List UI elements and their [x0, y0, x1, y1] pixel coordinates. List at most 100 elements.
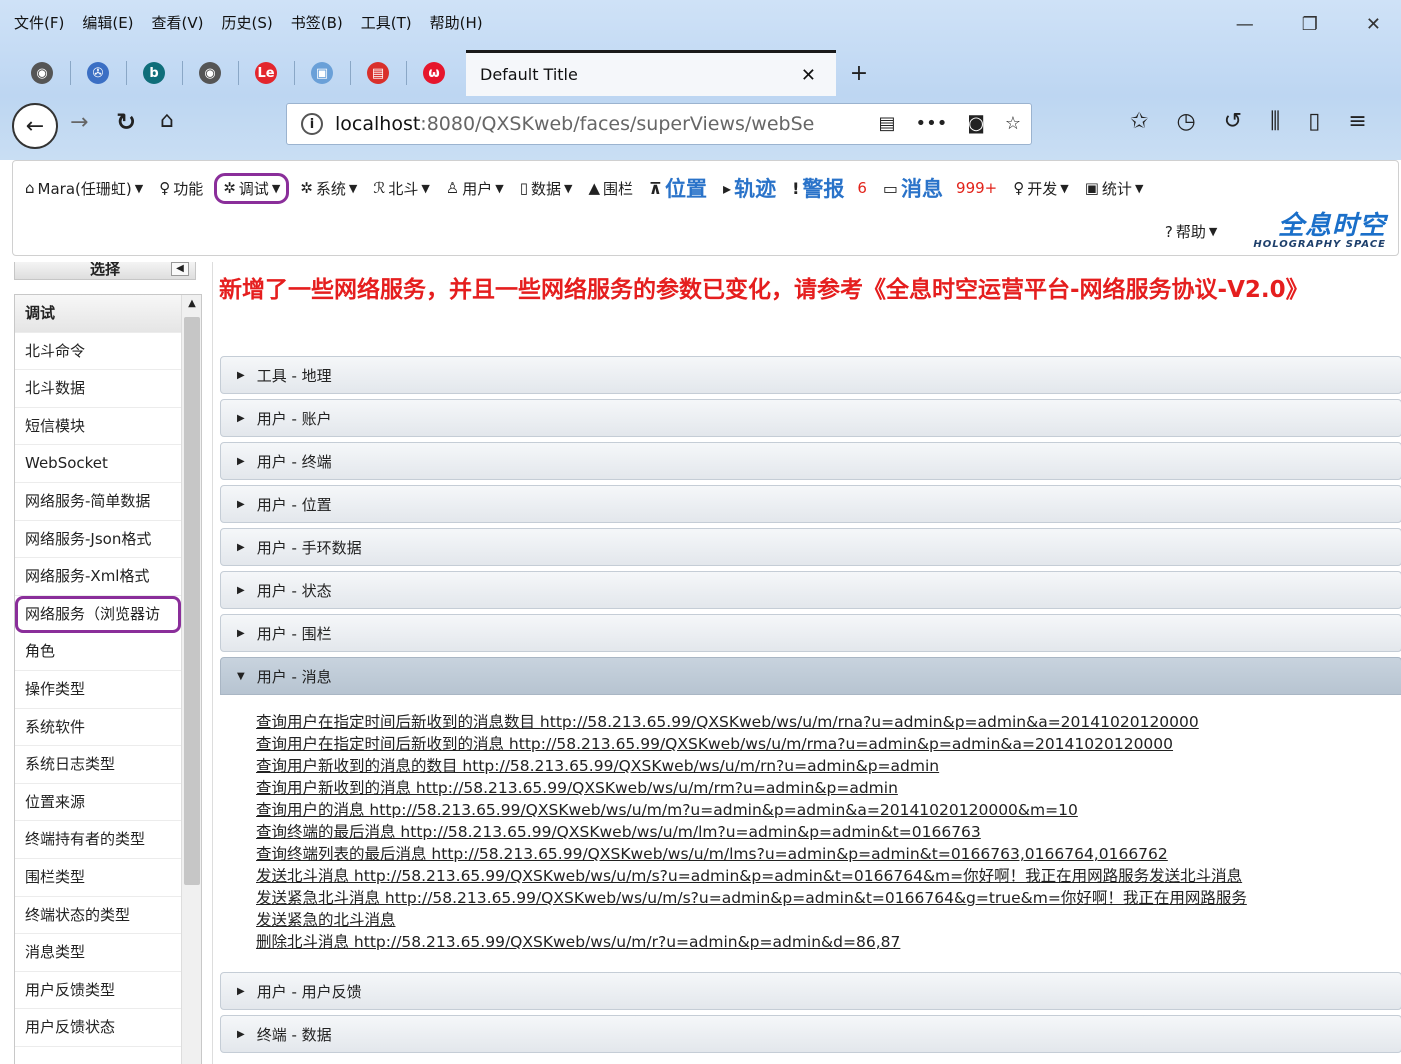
nav-data-menu[interactable]: ▯ 数据 ▼	[520, 178, 573, 199]
puzzle-icon: ✇	[87, 62, 109, 84]
pinned-tab[interactable]: b	[126, 53, 182, 93]
service-link[interactable]: 删除北斗消息 http://58.213.65.99/QXSKweb/ws/u/…	[256, 931, 1401, 953]
sidebar-item[interactable]: 网络服务（浏览器访	[15, 595, 181, 634]
sidebar-icon[interactable]: ▯	[1308, 109, 1320, 134]
accordion-header[interactable]: ▶ 用户 - 状态	[220, 571, 1401, 609]
history-icon[interactable]: ↺	[1224, 109, 1242, 134]
service-link[interactable]: 查询用户新收到的消息 http://58.213.65.99/QXSKweb/w…	[256, 777, 1401, 799]
address-bar[interactable]: i localhost:8080/QXSKweb/faces/superView…	[286, 103, 1032, 145]
home-button[interactable]: ⌂	[160, 108, 174, 133]
sidebar-scrollbar[interactable]: ▲	[181, 295, 201, 1064]
nav-track[interactable]: ▸ 轨迹	[723, 173, 776, 203]
pinned-tab[interactable]: ◉	[182, 53, 238, 93]
service-link[interactable]: 查询用户的消息 http://58.213.65.99/QXSKweb/ws/u…	[256, 799, 1401, 821]
sidebar-item[interactable]: 网络服务-Xml格式	[15, 558, 181, 596]
menu-view[interactable]: 查看(V)	[152, 12, 204, 36]
hamburger-menu-icon[interactable]: ≡	[1348, 109, 1366, 134]
nav-user-menu[interactable]: ⌂ Mara(任珊虹) ▼	[25, 178, 143, 199]
pinned-tab[interactable]: ▤	[350, 53, 406, 93]
accordion-header[interactable]: ▶ 用户 - 用户反馈	[220, 972, 1401, 1010]
accordion-header[interactable]: ▶ 用户 - 围栏	[220, 614, 1401, 652]
maximize-icon[interactable]: ❐	[1302, 14, 1318, 35]
le-icon: Le	[255, 62, 277, 84]
sidebar-item[interactable]: 操作类型	[15, 671, 181, 709]
accordion-header[interactable]: ▼ 用户 - 消息	[220, 657, 1401, 695]
accordion-header[interactable]: ▶ 终端 - 数据	[220, 1015, 1401, 1053]
pinned-tab[interactable]: ◉	[14, 53, 70, 93]
service-link[interactable]: 查询用户在指定时间后新收到的消息 http://58.213.65.99/QXS…	[256, 733, 1401, 755]
nav-features[interactable]: ♀ 功能	[159, 178, 203, 199]
pocket-icon[interactable]: ◙	[967, 113, 984, 134]
pinned-tab[interactable]: ✇	[70, 53, 126, 93]
sidebar-item[interactable]: 终端持有者的类型	[15, 821, 181, 859]
page-actions-icon[interactable]: •••	[916, 113, 948, 134]
forward-button[interactable]: →	[70, 110, 88, 135]
minimize-icon[interactable]: —	[1236, 14, 1254, 35]
menu-help[interactable]: 帮助(H)	[430, 12, 483, 36]
nav-fence[interactable]: ▲ 围栏	[588, 178, 633, 199]
nav-system-menu[interactable]: ✲ 系统 ▼	[300, 178, 357, 199]
pinned-tab[interactable]: ▣	[294, 53, 350, 93]
nav-position[interactable]: ⊼ 位置	[649, 173, 707, 203]
nav-debug-menu[interactable]: ✲ 调试 ▼	[214, 172, 290, 204]
close-tab-icon[interactable]: ✕	[801, 65, 816, 86]
close-window-icon[interactable]: ✕	[1366, 14, 1381, 35]
sidebar-item[interactable]: 系统软件	[15, 709, 181, 747]
sidebar-item[interactable]: 网络服务-简单数据	[15, 483, 181, 521]
back-button[interactable]: ←	[12, 103, 58, 149]
service-link[interactable]: 查询用户在指定时间后新收到的消息数目 http://58.213.65.99/Q…	[256, 711, 1401, 733]
nav-help-menu[interactable]: ? 帮助 ▼	[1165, 221, 1217, 242]
menu-tools[interactable]: 工具(T)	[361, 12, 412, 36]
sidebar-item[interactable]: 系统日志类型	[15, 746, 181, 784]
sidebar-item[interactable]: 角色	[15, 633, 181, 671]
bookmark-star-icon[interactable]: ☆	[1005, 113, 1021, 134]
service-link[interactable]: 发送紧急北斗消息 http://58.213.65.99/QXSKweb/ws/…	[256, 887, 1401, 909]
nav-dev-menu[interactable]: ♀ 开发 ▼	[1013, 178, 1068, 199]
site-info-icon[interactable]: i	[301, 113, 323, 135]
menu-edit[interactable]: 编辑(E)	[82, 12, 133, 36]
menu-file[interactable]: 文件(F)	[14, 12, 64, 36]
clock-icon[interactable]: ◷	[1176, 109, 1195, 134]
menu-history[interactable]: 历史(S)	[222, 12, 273, 36]
accordion-header[interactable]: ▶ 用户 - 位置	[220, 485, 1401, 523]
nav-users-menu[interactable]: ♙ 用户 ▼	[446, 178, 504, 199]
sidebar-item[interactable]: 位置来源	[15, 784, 181, 822]
sidebar-item[interactable]: 消息类型	[15, 934, 181, 972]
accordion-header[interactable]: ▶ 工具 - 地理	[220, 356, 1401, 394]
nav-message[interactable]: ▭ 消息 999+	[883, 173, 997, 203]
library-icon[interactable]: ⫼	[1270, 109, 1280, 134]
bookmarks-icon[interactable]: ✩	[1130, 109, 1148, 134]
scroll-up-icon[interactable]: ▲	[182, 295, 201, 313]
service-link[interactable]: 查询用户新收到的消息的数目 http://58.213.65.99/QXSKwe…	[256, 755, 1401, 777]
sidebar-item[interactable]: 围栏类型	[15, 859, 181, 897]
new-tab-icon[interactable]: +	[844, 61, 874, 86]
sidebar-item[interactable]: 北斗命令	[15, 333, 181, 371]
sidebar-item[interactable]: 北斗数据	[15, 370, 181, 408]
sidebar-item[interactable]: 网络服务-Json格式	[15, 521, 181, 559]
sidebar-item[interactable]: 用户反馈状态	[15, 1009, 181, 1047]
nav-beidou-menu[interactable]: ℛ 北斗 ▼	[373, 178, 429, 199]
sidebar-item[interactable]: 短信模块	[15, 408, 181, 446]
accordion-label: 用户 - 账户	[256, 409, 332, 428]
tab-default-title[interactable]: Default Title ✕	[466, 50, 836, 96]
service-link[interactable]: 发送北斗消息 http://58.213.65.99/QXSKweb/ws/u/…	[256, 865, 1401, 887]
accordion-header[interactable]: ▶ 用户 - 终端	[220, 442, 1401, 480]
sidebar-item[interactable]: 调试	[15, 295, 181, 333]
sidebar-item[interactable]: WebSocket	[15, 445, 181, 483]
accordion-header[interactable]: ▶ 用户 - 账户	[220, 399, 1401, 437]
service-link[interactable]: 发送紧急的北斗消息	[256, 909, 1401, 931]
accordion-header[interactable]: ▶ 用户 - 手环数据	[220, 528, 1401, 566]
nav-stats-menu[interactable]: ▣ 统计 ▼	[1085, 178, 1144, 199]
collapse-sidebar-icon[interactable]: ◀	[171, 262, 189, 276]
sidebar-item[interactable]: 用户反馈类型	[15, 972, 181, 1010]
nav-alarm[interactable]: ! 警报 6	[792, 173, 867, 203]
service-link[interactable]: 查询终端的最后消息 http://58.213.65.99/QXSKweb/ws…	[256, 821, 1401, 843]
pinned-tab[interactable]: Le	[238, 53, 294, 93]
pinned-tab[interactable]: ω	[406, 53, 462, 93]
reader-view-icon[interactable]: ▤	[879, 113, 896, 134]
sidebar-item[interactable]: 终端状态的类型	[15, 897, 181, 935]
scrollbar-thumb[interactable]	[184, 317, 200, 885]
service-link[interactable]: 查询终端列表的最后消息 http://58.213.65.99/QXSKweb/…	[256, 843, 1401, 865]
reload-button[interactable]: ↻	[116, 108, 136, 136]
menu-bookmarks[interactable]: 书签(B)	[291, 12, 343, 36]
